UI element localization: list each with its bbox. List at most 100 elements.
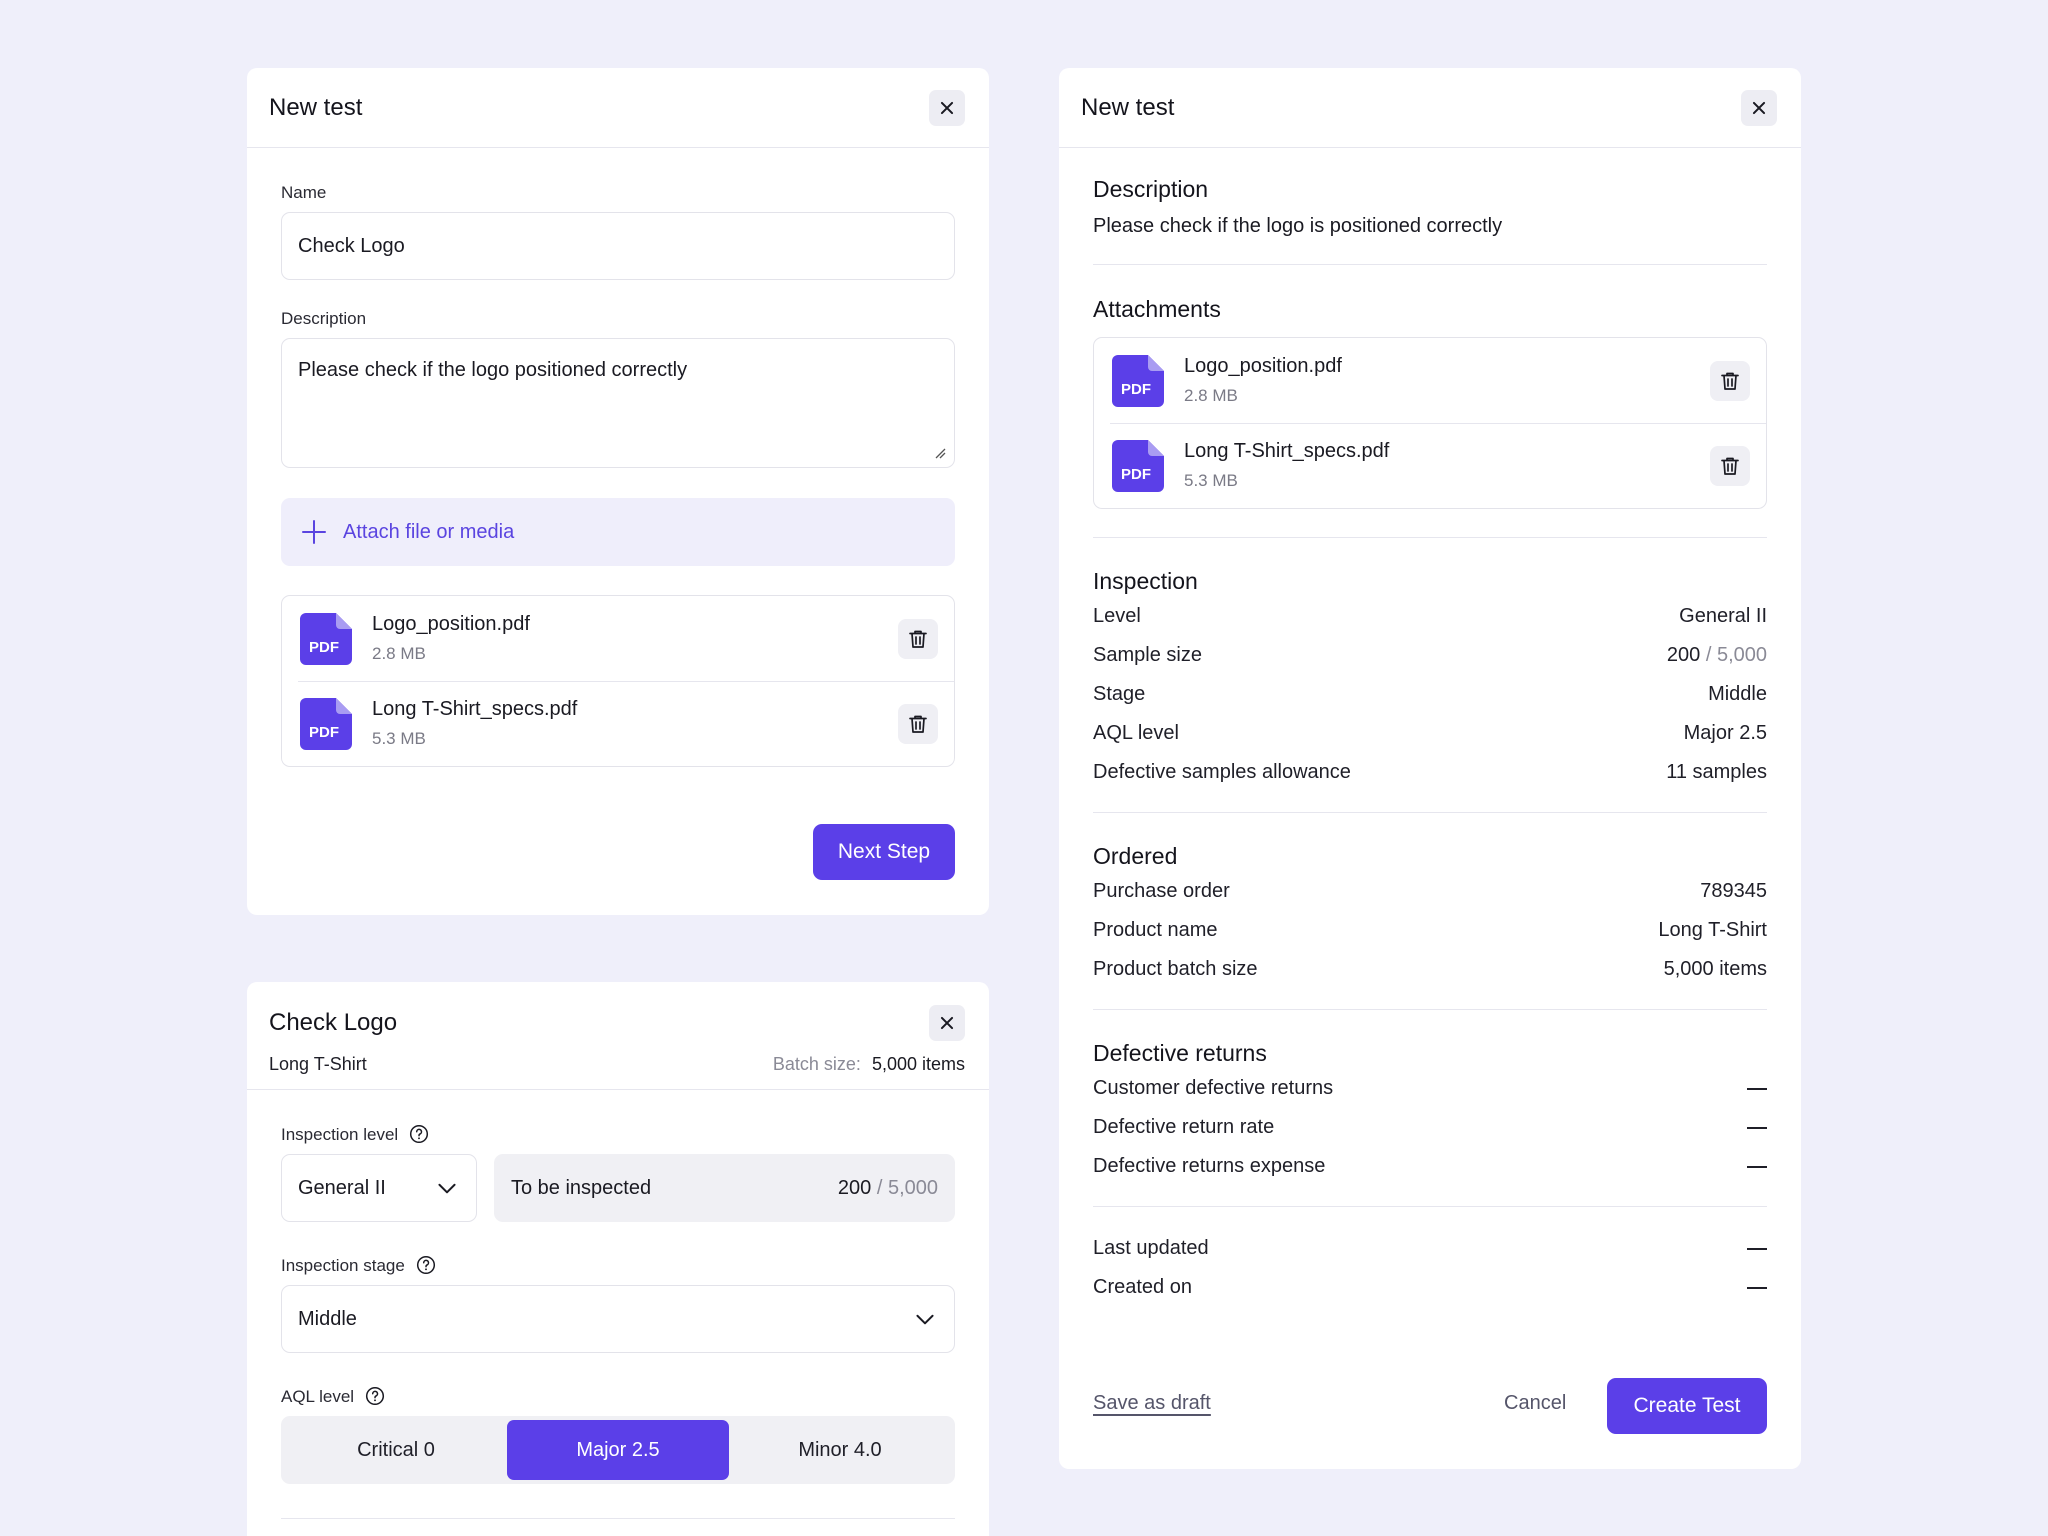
file-meta: Long T-Shirt_specs.pdf 5.3 MB bbox=[372, 698, 898, 749]
divider bbox=[1093, 537, 1767, 538]
name-label: Name bbox=[281, 183, 327, 202]
batch-size-value: 5,000 items bbox=[871, 1054, 965, 1074]
cancel-button[interactable]: Cancel bbox=[1504, 1392, 1566, 1415]
plus-icon bbox=[302, 520, 326, 544]
divider bbox=[281, 1518, 955, 1519]
empty-value-dash bbox=[1747, 1087, 1767, 1090]
kv-label: Stage bbox=[1093, 683, 1146, 705]
divider bbox=[1093, 264, 1767, 265]
description-text: Please check if the logo is positioned c… bbox=[1093, 215, 1503, 237]
kv-value: 5,000 items bbox=[1663, 958, 1767, 980]
file-size: 2.8 MB bbox=[1184, 386, 1238, 405]
description-textarea[interactable]: Please check if the logo positioned corr… bbox=[281, 338, 955, 468]
file-name: Long T-Shirt_specs.pdf bbox=[372, 698, 578, 720]
aql-option-critical[interactable]: Critical 0 bbox=[285, 1420, 507, 1480]
divider bbox=[1093, 1206, 1767, 1207]
file-size: 5.3 MB bbox=[372, 729, 426, 748]
inspection-level-value: General II bbox=[298, 1176, 386, 1199]
kv-row: Level General II bbox=[1093, 597, 1767, 636]
kv-label: Defective samples allowance bbox=[1093, 761, 1351, 783]
inspection-level-label: Inspection level bbox=[281, 1124, 429, 1145]
kv-value: Long T-Shirt bbox=[1658, 919, 1767, 941]
attach-file-button[interactable]: Attach file or media bbox=[281, 498, 955, 566]
save-draft-link[interactable]: Save as draft bbox=[1093, 1392, 1211, 1415]
pdf-badge-text: PDF bbox=[1121, 381, 1151, 398]
kv-label: Created on bbox=[1093, 1276, 1192, 1298]
kv-label: Sample size bbox=[1093, 644, 1202, 666]
close-button[interactable] bbox=[929, 89, 965, 126]
new-test-review-card: New test Description Please check if the… bbox=[1059, 68, 1801, 1469]
attach-file-label: Attach file or media bbox=[343, 520, 515, 543]
trash-icon bbox=[1718, 369, 1742, 393]
empty-value-dash bbox=[1747, 1247, 1767, 1250]
description-label: Description bbox=[281, 309, 367, 328]
attachment-list: PDF Logo_position.pdf 2.8 MB PDF Long T-… bbox=[281, 595, 955, 767]
kv-row: Stage Middle bbox=[1093, 675, 1767, 714]
attachment-list: PDF Logo_position.pdf 2.8 MB PDF Long T-… bbox=[1093, 337, 1767, 509]
review-body: Description Please check if the logo is … bbox=[1093, 176, 1767, 1307]
trash-icon bbox=[906, 627, 930, 651]
delete-file-button[interactable] bbox=[1710, 360, 1750, 401]
empty-value-dash bbox=[1747, 1165, 1767, 1168]
resize-handle-icon[interactable] bbox=[934, 447, 946, 459]
next-step-button[interactable]: Next Step bbox=[813, 824, 955, 880]
kv-label: Last updated bbox=[1093, 1237, 1209, 1259]
file-meta: Logo_position.pdf 2.8 MB bbox=[1184, 355, 1710, 406]
delete-file-button[interactable] bbox=[1710, 445, 1750, 486]
kv-row: Created on bbox=[1093, 1268, 1767, 1307]
kv-label: AQL level bbox=[1093, 722, 1179, 744]
kv-value: General II bbox=[1679, 605, 1767, 627]
card-title: New test bbox=[1081, 93, 1175, 121]
help-icon[interactable] bbox=[409, 1124, 429, 1144]
delete-file-button[interactable] bbox=[898, 618, 938, 659]
aql-option-major[interactable]: Major 2.5 bbox=[507, 1420, 729, 1480]
file-name: Logo_position.pdf bbox=[1184, 355, 1342, 377]
new-test-form-card: New test Name Check Logo Description Ple… bbox=[247, 68, 989, 915]
card-title: Check Logo bbox=[269, 1009, 398, 1036]
close-button[interactable] bbox=[1741, 89, 1777, 126]
close-icon bbox=[938, 99, 956, 117]
empty-value-dash bbox=[1747, 1286, 1767, 1289]
card-header: Check Logo Long T-Shirt Batch size: 5,00… bbox=[247, 982, 989, 1090]
chevron-down-icon bbox=[912, 1306, 938, 1332]
chevron-down-icon bbox=[434, 1175, 460, 1201]
inspection-level-select[interactable]: General II bbox=[281, 1154, 477, 1222]
pdf-badge-text: PDF bbox=[1121, 466, 1151, 483]
list-item: PDF Logo_position.pdf 2.8 MB bbox=[1094, 338, 1766, 423]
name-input[interactable]: Check Logo bbox=[281, 212, 955, 280]
create-test-button[interactable]: Create Test bbox=[1607, 1378, 1767, 1434]
kv-row: Defective returns expense bbox=[1093, 1147, 1767, 1186]
help-icon[interactable] bbox=[365, 1386, 385, 1406]
kv-value: 200 / 5,000 bbox=[1667, 644, 1767, 667]
pdf-icon: PDF bbox=[300, 698, 352, 750]
inspection-stage-select[interactable]: Middle bbox=[281, 1285, 955, 1353]
sample-size-total: / 5,000 bbox=[1705, 644, 1767, 666]
delete-file-button[interactable] bbox=[898, 703, 938, 744]
kv-row: Purchase order 789345 bbox=[1093, 872, 1767, 911]
description-title: Description bbox=[1093, 176, 1209, 202]
aql-option-minor[interactable]: Minor 4.0 bbox=[729, 1420, 951, 1480]
kv-label: Purchase order bbox=[1093, 880, 1230, 902]
card-title: New test bbox=[269, 93, 363, 121]
divider bbox=[1093, 812, 1767, 813]
inspection-stage-label: Inspection stage bbox=[281, 1255, 436, 1276]
pdf-badge-text: PDF bbox=[309, 639, 339, 656]
to-be-inspected-count: 200 bbox=[837, 1176, 872, 1199]
pdf-badge-text: PDF bbox=[309, 724, 339, 741]
pdf-icon: PDF bbox=[300, 613, 352, 665]
kv-value: Major 2.5 bbox=[1683, 722, 1767, 744]
trash-icon bbox=[906, 712, 930, 736]
kv-label: Product batch size bbox=[1093, 958, 1258, 980]
close-icon bbox=[1750, 99, 1768, 117]
card-header: New test bbox=[1059, 68, 1801, 148]
close-icon bbox=[938, 1014, 956, 1032]
kv-value: 11 samples bbox=[1666, 761, 1767, 783]
description-textarea-value: Please check if the logo positioned corr… bbox=[298, 359, 688, 381]
attachments-title: Attachments bbox=[1093, 296, 1221, 322]
aql-level-label-text: AQL level bbox=[281, 1387, 355, 1406]
trash-icon bbox=[1718, 454, 1742, 478]
kv-row: Defective return rate bbox=[1093, 1108, 1767, 1147]
close-button[interactable] bbox=[929, 1005, 965, 1041]
check-logo-card: Check Logo Long T-Shirt Batch size: 5,00… bbox=[247, 982, 989, 1536]
help-icon[interactable] bbox=[416, 1255, 436, 1275]
